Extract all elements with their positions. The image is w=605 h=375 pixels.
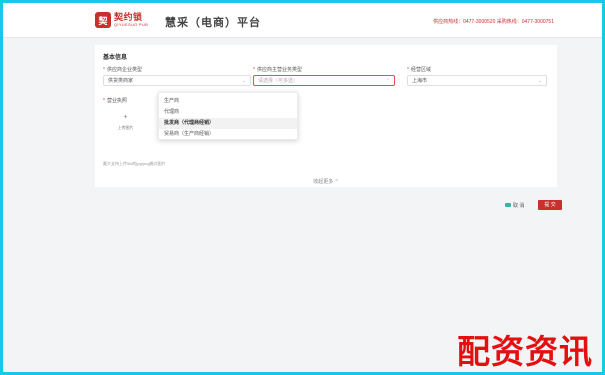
dropdown-option[interactable]: 贸易商（生产商经销） xyxy=(159,129,297,140)
logo-english-name: QIYUESUO PUB xyxy=(114,22,149,27)
collapse-more-link[interactable]: 收起更多 ⌃ xyxy=(95,178,557,185)
chevron-down-icon: ⌄ xyxy=(537,78,542,84)
region-label-text: 经营区域 xyxy=(410,67,431,73)
enterprise-type-select[interactable]: 供货类商家 ⌄ xyxy=(103,75,251,86)
dropdown-option[interactable]: 代理商 xyxy=(159,107,297,118)
submit-button[interactable]: 提 交 xyxy=(538,200,562,210)
chevron-up-icon: ⌃ xyxy=(385,78,390,84)
top-header: 契 契约锁 QIYUESUO PUB 慧采（电商）平台 供应商热线：0477-3… xyxy=(3,3,602,38)
logo-badge-icon: 契 xyxy=(95,12,111,28)
logo-text: 契约锁 QIYUESUO PUB xyxy=(114,13,148,27)
watermark-text: 配资资讯 xyxy=(457,332,593,371)
upload-label: 上传图片 xyxy=(117,124,134,130)
chevron-down-icon: ⌄ xyxy=(241,78,246,84)
dropdown-option[interactable]: 生产商 xyxy=(159,96,297,107)
status-indicator-icon xyxy=(505,203,511,207)
business-type-select[interactable]: 请选择（可多选） ⌃ xyxy=(253,75,395,86)
brand-logo[interactable]: 契 契约锁 QIYUESUO PUB xyxy=(95,11,148,29)
cancel-button[interactable]: 取 消 xyxy=(513,202,524,209)
form-actions: 取 消 提 交 xyxy=(505,200,562,210)
business-type-dropdown: 生产商 代理商 批发商（代理商经销） 贸易商（生产商经销） xyxy=(158,92,298,140)
business-type-placeholder: 请选择（可多选） xyxy=(258,78,299,84)
plus-icon: + xyxy=(123,113,128,121)
logo-chinese-name: 契约锁 xyxy=(114,12,143,22)
enterprise-type-value: 供货类商家 xyxy=(108,78,134,84)
required-mark: * xyxy=(407,67,409,73)
region-value: 上海市 xyxy=(412,78,428,84)
required-mark: * xyxy=(103,67,105,73)
business-type-label: * 供应商主营业务类型 xyxy=(253,66,302,73)
dropdown-option-selected[interactable]: 批发商（代理商经销） xyxy=(159,118,297,129)
section-title: 基本信息 xyxy=(103,55,128,61)
enterprise-type-label-text: 供应商企业类型 xyxy=(106,67,142,73)
region-label: * 经营区域 xyxy=(407,66,431,73)
region-select[interactable]: 上海市 ⌄ xyxy=(407,75,547,86)
hotline-text: 供应商热线：0477-3000520 采购热线：0477-3000751 xyxy=(433,19,554,25)
platform-title: 慧采（电商）平台 xyxy=(165,16,261,29)
business-type-label-text: 供应商主营业务类型 xyxy=(256,67,302,73)
required-mark: * xyxy=(253,67,255,73)
upload-hint: 最大支持上传5M的jpg/png格式图片 xyxy=(103,161,166,166)
enterprise-type-label: * 供应商企业类型 xyxy=(103,66,142,73)
license-upload[interactable]: + 上传图片 xyxy=(103,102,148,142)
